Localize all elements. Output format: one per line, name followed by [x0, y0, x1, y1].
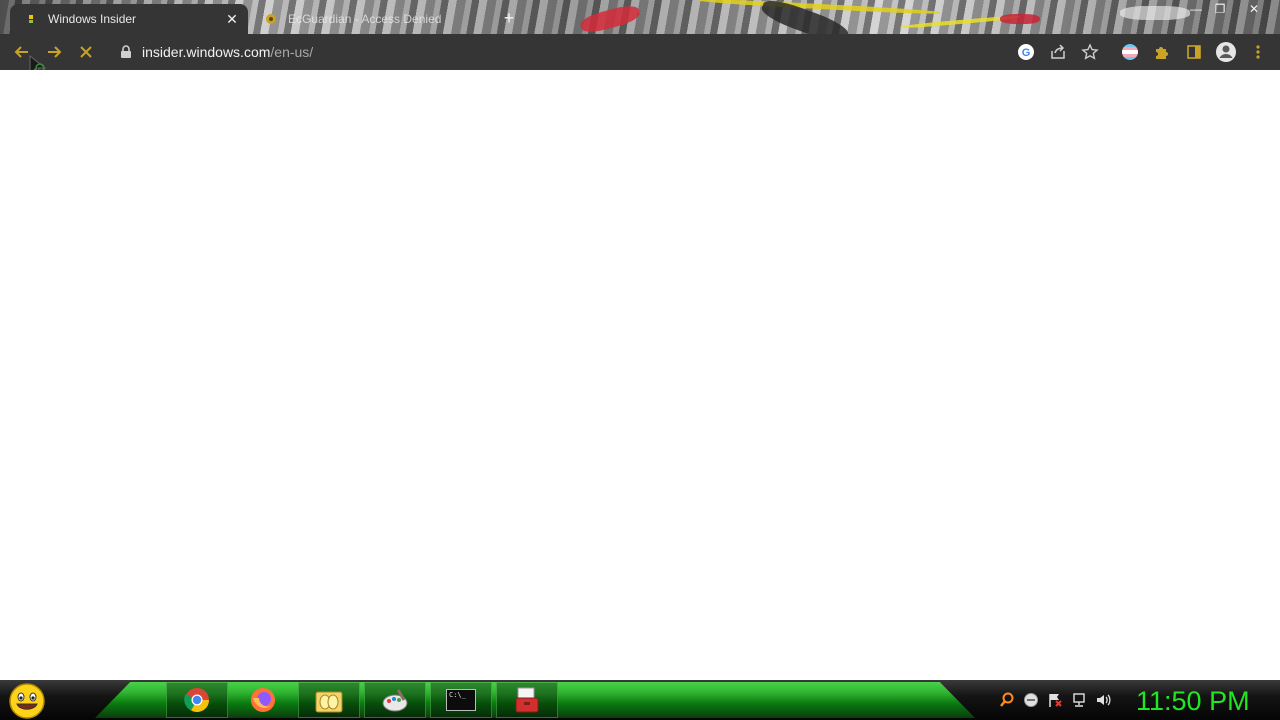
start-button[interactable]	[8, 682, 46, 720]
file-explorer-icon	[315, 691, 343, 713]
address-bar[interactable]: insider.windows.com/en-us/	[110, 37, 1110, 67]
firefox-icon	[251, 688, 275, 712]
cmd-icon-text: C:\_	[449, 691, 466, 699]
side-panel-icon	[1187, 45, 1201, 59]
browser-toolbar: insider.windows.com/en-us/ G	[0, 34, 1280, 78]
flag-extension-button[interactable]	[1116, 38, 1144, 66]
restore-button[interactable]: ❐	[1208, 0, 1232, 18]
taskbar: C:\_ 11:50 PM	[0, 680, 1280, 720]
stop-loading-button[interactable]	[72, 38, 100, 66]
page-content-blank	[0, 70, 1280, 680]
wallpaper-splatter-red-2	[1000, 14, 1040, 24]
google-icon: G	[1018, 44, 1034, 60]
tray-update[interactable]	[1022, 691, 1040, 709]
smiley-start-icon	[9, 683, 45, 719]
wallpaper-splatter-white	[1120, 6, 1190, 20]
taskbar-command-prompt[interactable]: C:\_	[430, 682, 492, 718]
minimize-button[interactable]: —	[1184, 0, 1208, 18]
url-host: insider.windows.com	[142, 44, 271, 60]
search-icon	[1000, 692, 1014, 707]
update-icon	[1024, 693, 1038, 707]
extensions-button[interactable]	[1148, 38, 1176, 66]
menu-kebab-icon	[1256, 45, 1260, 59]
chrome-icon	[184, 688, 209, 713]
tab-windows-insider[interactable]: Windows Insider ✕	[10, 4, 248, 34]
share-icon	[1051, 44, 1065, 59]
side-panel-button[interactable]	[1180, 38, 1208, 66]
lock-icon	[121, 45, 131, 58]
profile-button[interactable]	[1212, 38, 1240, 66]
command-prompt-icon: C:\_	[446, 689, 476, 711]
volume-icon	[1097, 694, 1111, 706]
tray-volume[interactable]	[1094, 691, 1112, 709]
new-tab-button[interactable]: +	[498, 8, 520, 30]
tray-network[interactable]	[1070, 691, 1088, 709]
wallpaper-splatter-red	[578, 2, 642, 34]
taskbar-firefox[interactable]	[232, 682, 294, 718]
profile-icon	[1216, 42, 1236, 62]
google-lens-button[interactable]: G	[1012, 38, 1040, 66]
system-tray	[998, 690, 1112, 710]
tab-title: Windows Insider	[48, 12, 137, 26]
taskbar-file-explorer[interactable]	[298, 682, 360, 718]
tray-action-center[interactable]	[1046, 691, 1064, 709]
taskbar-chrome[interactable]	[166, 682, 228, 718]
paint-icon	[382, 689, 408, 712]
tab-title: EcGuardian - Access Denied	[288, 12, 442, 26]
taskbar-clock[interactable]: 11:50 PM	[1136, 684, 1276, 718]
bookmark-button[interactable]	[1076, 38, 1104, 66]
close-tab-icon[interactable]: ✕	[224, 11, 240, 27]
tab-strip: Windows Insider ✕ EcGuardian - Access De…	[0, 0, 1280, 34]
share-button[interactable]	[1044, 38, 1072, 66]
taskbar-toolbox[interactable]	[496, 682, 558, 718]
bookmark-star-icon	[1081, 43, 1099, 60]
wallpaper-splatter-yellow	[700, 0, 940, 16]
flag-extension-icon	[1122, 44, 1138, 60]
stop-loading-icon	[80, 46, 92, 58]
loading-favicon-icon	[29, 15, 33, 23]
svg-text:G: G	[1022, 47, 1031, 59]
ecguardian-favicon-icon	[266, 14, 276, 24]
tray-search[interactable]	[998, 691, 1016, 709]
network-icon	[1073, 693, 1085, 707]
window-close-button[interactable]: ✕	[1242, 0, 1266, 18]
toolbox-icon	[515, 687, 539, 713]
tab-ecguardian[interactable]: EcGuardian - Access Denied	[256, 4, 482, 34]
action-center-flag-icon	[1049, 694, 1062, 707]
browser-menu-button[interactable]	[1244, 38, 1272, 66]
extensions-puzzle-icon	[1156, 47, 1168, 59]
taskbar-paint[interactable]	[364, 682, 426, 718]
url-path: /en-us/	[270, 44, 314, 60]
